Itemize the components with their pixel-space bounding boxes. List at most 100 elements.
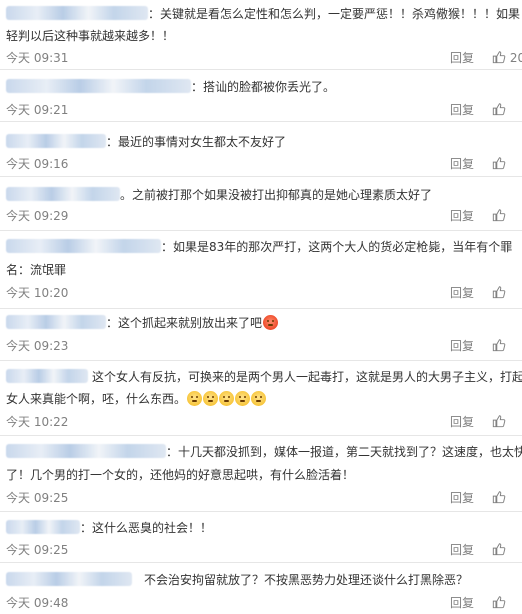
comment-line: 轻判以后这种事就越来越多！！ bbox=[6, 27, 174, 45]
thumbs-up-icon bbox=[492, 51, 506, 64]
divider bbox=[0, 176, 522, 177]
thumbs-up-icon bbox=[492, 415, 506, 428]
comment-text: 这个女人有反抗，可换来的是两个男人一起毒打，这就是男人的大男子主义，打起 bbox=[92, 370, 522, 384]
username-blurred[interactable] bbox=[6, 134, 106, 148]
comment-time: 今天 09:48 bbox=[6, 596, 69, 610]
comment-text: 名：流氓罪 bbox=[6, 263, 67, 277]
reply-link[interactable]: 回复 bbox=[450, 338, 474, 354]
comment-text: 这什么恶臭的社会！！ bbox=[92, 521, 213, 535]
comment-item: ：如果是83年的那次严打，这两个大人的货必定枪毙，当年有个罪 名：流氓罪 今天 … bbox=[0, 232, 522, 309]
divider bbox=[0, 230, 522, 231]
comment-text: 之前被打那个如果没被打出抑郁真的是她心理素质太好了 bbox=[132, 188, 433, 202]
comment-line: 了！几个男的打一个女的，还他妈的好意思起哄，有什么脸活着！ bbox=[6, 466, 354, 484]
username-blurred[interactable] bbox=[6, 79, 191, 93]
username-blurred[interactable] bbox=[6, 369, 88, 383]
emoji-icon bbox=[187, 391, 203, 406]
comment-line: ：十几天都没抓到，媒体一报道，第二天就找到了？这速度，也太快 bbox=[6, 443, 522, 461]
like-button[interactable] bbox=[492, 338, 506, 354]
like-button[interactable] bbox=[492, 208, 506, 224]
thumbs-up-icon bbox=[492, 157, 506, 170]
comment-text: 最近的事情对女生都太不友好了 bbox=[118, 135, 287, 149]
like-button[interactable] bbox=[492, 414, 506, 430]
comment-line: 。之前被打那个如果没被打出抑郁真的是她心理素质太好了 bbox=[6, 186, 432, 204]
reply-link[interactable]: 回复 bbox=[450, 50, 474, 66]
comment-line: 名：流氓罪 bbox=[6, 261, 66, 279]
divider bbox=[0, 435, 522, 436]
comment-text: 十几天都没抓到，媒体一报道，第二天就找到了？这速度，也太快 bbox=[178, 445, 522, 459]
like-button[interactable] bbox=[492, 156, 506, 172]
like-button[interactable] bbox=[492, 285, 506, 301]
username-blurred[interactable] bbox=[6, 315, 106, 329]
comment-line: 这个女人有反抗，可换来的是两个男人一起毒打，这就是男人的大男子主义，打起 bbox=[6, 368, 522, 386]
comment-time: 今天 09:31 bbox=[6, 51, 69, 65]
thumbs-up-icon bbox=[492, 543, 506, 556]
comment-item: 不会治安拘留就放了？不按黑恶势力处理还谈什么打黑除恶？ 今天 09:48 回复 bbox=[0, 564, 522, 614]
like-button[interactable] bbox=[492, 102, 506, 118]
comment-line: ：如果是83年的那次严打，这两个大人的货必定枪毙，当年有个罪 bbox=[6, 238, 512, 256]
divider bbox=[0, 562, 522, 563]
thumbs-up-icon bbox=[492, 286, 506, 299]
thumbs-up-icon bbox=[492, 339, 506, 352]
emoji-icon bbox=[219, 391, 235, 406]
like-count: 20 bbox=[509, 51, 522, 65]
username-blurred[interactable] bbox=[6, 444, 166, 458]
reply-link[interactable]: 回复 bbox=[450, 595, 474, 611]
comment-item: 。之前被打那个如果没被打出抑郁真的是她心理素质太好了 今天 09:29 回复 bbox=[0, 178, 522, 231]
like-button[interactable] bbox=[492, 490, 506, 506]
angry-emoji-icon bbox=[263, 315, 279, 330]
like-button[interactable] bbox=[492, 542, 506, 558]
comment-time: 今天 09:16 bbox=[6, 157, 69, 171]
comment-text: 轻判以后这种事就越来越多！！ bbox=[6, 29, 175, 43]
divider bbox=[0, 360, 522, 361]
username-blurred[interactable] bbox=[6, 572, 132, 586]
thumbs-up-icon bbox=[492, 596, 506, 609]
reply-link[interactable]: 回复 bbox=[450, 208, 474, 224]
divider bbox=[0, 511, 522, 512]
comment-time: 今天 09:21 bbox=[6, 103, 69, 117]
emoji-icon bbox=[203, 391, 219, 406]
thumbs-up-icon bbox=[492, 209, 506, 222]
reply-link[interactable]: 回复 bbox=[450, 490, 474, 506]
comment-item: ：这个抓起来就别放出来了吧 今天 09:23 回复 bbox=[0, 311, 522, 361]
comment-text: 不会治安拘留就放了？不按黑恶势力处理还谈什么打黑除恶？ bbox=[144, 573, 469, 587]
comment-item: ：这什么恶臭的社会！！ 今天 09:25 回复 bbox=[0, 513, 522, 563]
comment-line: ：最近的事情对女生都太不友好了 bbox=[6, 133, 286, 151]
comment-line: ：关键就是看怎么定性和怎么判，一定要严惩！！杀鸡儆猴！！！如果 bbox=[6, 5, 520, 23]
emoji-icon bbox=[235, 391, 251, 406]
username-blurred[interactable] bbox=[6, 6, 148, 20]
reply-link[interactable]: 回复 bbox=[450, 542, 474, 558]
comment-text: 女人来真能个啊，呸，什么东西。 bbox=[6, 392, 187, 406]
divider bbox=[0, 308, 522, 309]
reply-link[interactable]: 回复 bbox=[450, 156, 474, 172]
comment-item: 这个女人有反抗，可换来的是两个男人一起毒打，这就是男人的大男子主义，打起 女人来… bbox=[0, 362, 522, 436]
comment-line: ：搭讪的脸都被你丢光了。 bbox=[6, 78, 335, 96]
thumbs-up-icon bbox=[492, 491, 506, 504]
comment-time: 今天 10:22 bbox=[6, 415, 69, 429]
comment-text: 这个抓起来就别放出来了吧 bbox=[118, 316, 263, 330]
reply-link[interactable]: 回复 bbox=[450, 285, 474, 301]
divider bbox=[0, 121, 522, 122]
thumbs-up-icon bbox=[492, 103, 506, 116]
username-blurred[interactable] bbox=[6, 187, 120, 201]
emoji-icon bbox=[251, 391, 267, 406]
comment-item: ：十几天都没抓到，媒体一报道，第二天就找到了？这速度，也太快 了！几个男的打一个… bbox=[0, 438, 522, 512]
comment-time: 今天 09:25 bbox=[6, 491, 69, 505]
reply-link[interactable]: 回复 bbox=[450, 102, 474, 118]
divider bbox=[0, 69, 522, 70]
comment-text: 关键就是看怎么定性和怎么判，一定要严惩！！杀鸡儆猴！！！如果 bbox=[160, 7, 521, 21]
comment-line: ：这个抓起来就别放出来了吧 bbox=[6, 314, 279, 332]
comment-line: 不会治安拘留就放了？不按黑恶势力处理还谈什么打黑除恶？ bbox=[6, 571, 468, 589]
comment-time: 今天 10:20 bbox=[6, 286, 69, 300]
comment-time: 今天 09:23 bbox=[6, 339, 69, 353]
username-blurred[interactable] bbox=[6, 239, 161, 253]
like-button[interactable] bbox=[492, 595, 506, 611]
comment-item: ：搭讪的脸都被你丢光了。 今天 09:21 回复 bbox=[0, 72, 522, 122]
comment-line: 女人来真能个啊，呸，什么东西。 bbox=[6, 390, 267, 408]
comment-line: ：这什么恶臭的社会！！ bbox=[6, 519, 212, 537]
username-blurred[interactable] bbox=[6, 520, 80, 534]
reply-link[interactable]: 回复 bbox=[450, 414, 474, 430]
comment-text: 如果是83年的那次严打，这两个大人的货必定枪毙，当年有个罪 bbox=[173, 240, 513, 254]
like-button[interactable]: 20 bbox=[492, 50, 522, 66]
comment-item: ：最近的事情对女生都太不友好了 今天 09:16 回复 bbox=[0, 125, 522, 177]
comment-time: 今天 09:29 bbox=[6, 209, 69, 223]
